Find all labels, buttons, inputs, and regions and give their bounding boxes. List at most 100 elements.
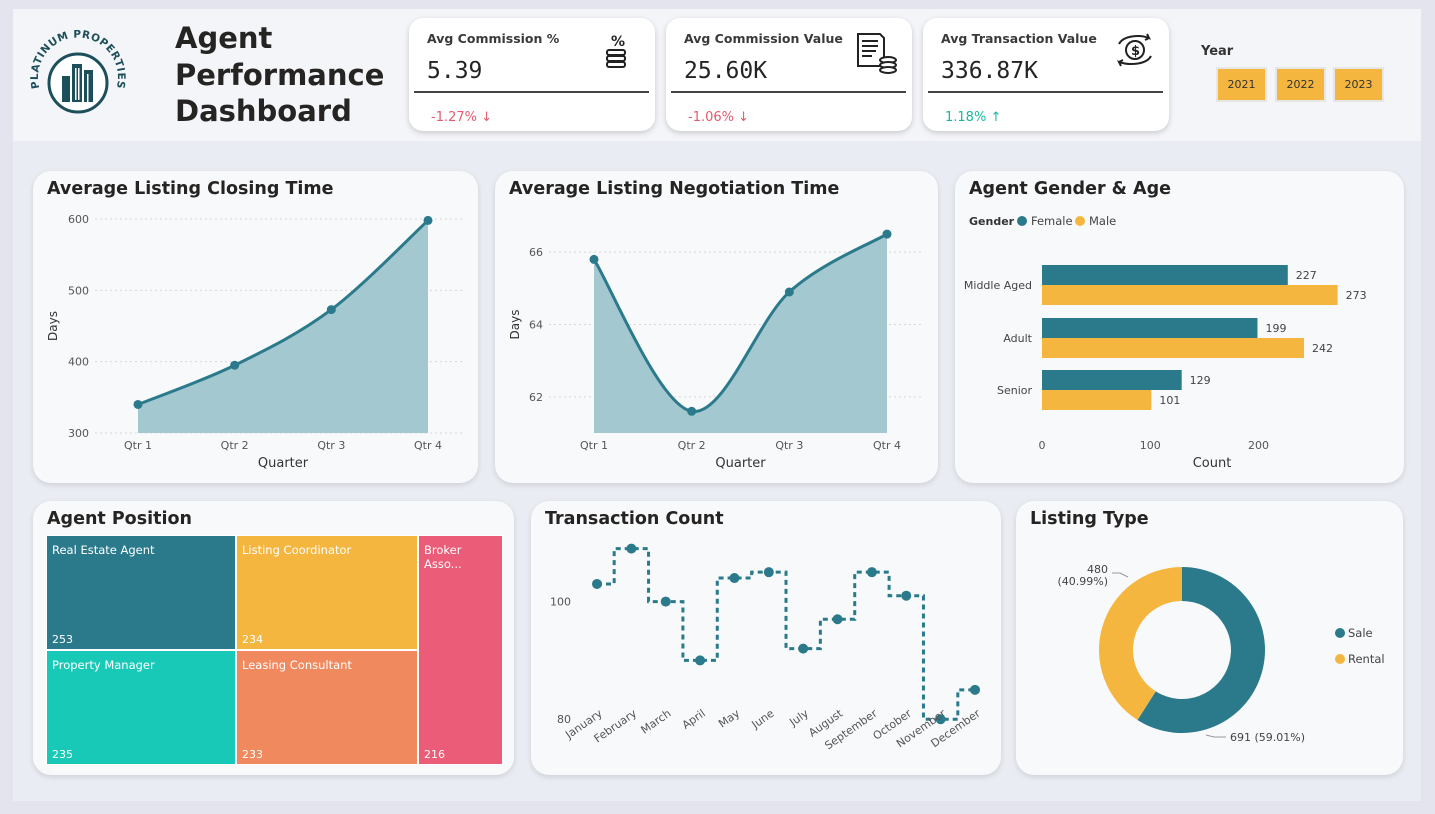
treemap-value: 233 (242, 748, 263, 761)
x-axis-label: Count (1193, 456, 1232, 471)
card-negotiation-time: Average Listing Negotiation Time 62 64 66 Q… (495, 171, 938, 483)
data-label: 227 (1296, 269, 1317, 282)
bar (1042, 265, 1288, 285)
kpi-label: Avg Transaction Value (941, 31, 1097, 46)
kpi-card-avg-commission-pct: Avg Commission % 5.39 -1.27% ↓ % (409, 18, 655, 131)
card-transaction-count: Transaction Count 80 100 January February Ma… (531, 501, 1001, 775)
card-gender-age: Agent Gender & Age Gender Female Male Middl… (955, 171, 1404, 483)
svg-text:$: $ (1131, 44, 1140, 59)
data-label: 273 (1346, 289, 1367, 302)
data-point (589, 254, 599, 264)
pie-slice (1099, 567, 1182, 721)
treemap-label: Real Estate Agent (52, 543, 155, 557)
y-tick-label: 64 (529, 319, 543, 332)
percent-coins-icon: % (606, 34, 626, 68)
y-tick-label: 66 (529, 246, 543, 259)
data-point (326, 305, 336, 315)
treemap-value: 253 (52, 633, 73, 646)
page-title: Agent Performance Dashboard (175, 21, 385, 128)
data-point (866, 567, 877, 578)
company-logo: PLATINUM PROPERTIES (29, 30, 127, 114)
legend-title: Gender (969, 215, 1015, 228)
x-tick-label: 100 (1140, 439, 1161, 452)
data-point (687, 406, 697, 416)
treemap-label: Broker Asso... (424, 543, 462, 571)
legend-label: Rental (1348, 652, 1385, 666)
kpi-value: 336.87K (941, 58, 1038, 84)
x-tick-label: Qtr 3 (775, 439, 803, 452)
area-fill (138, 220, 428, 433)
card-listing-type: Listing Type 691 (59.01%) 480 (40.99%) Sale… (1016, 501, 1403, 775)
y-tick-label: Middle Aged (964, 279, 1032, 292)
data-point (970, 684, 980, 695)
data-point (695, 655, 706, 666)
legend-marker (1075, 216, 1085, 226)
series-line (597, 547, 975, 721)
svg-text:%: % (611, 34, 625, 50)
x-tick-label: 200 (1248, 439, 1269, 452)
gender-age-chart: Gender Female Male Middle Aged 227 273 Adult 19… (964, 214, 1367, 471)
data-point (798, 643, 809, 654)
x-tick-label: Qtr 1 (124, 439, 152, 452)
data-point (230, 360, 240, 370)
y-axis-label: Days (508, 310, 522, 340)
x-axis-label: Quarter (258, 456, 309, 471)
y-tick-label: 300 (68, 427, 89, 440)
data-point (626, 543, 637, 554)
data-label: 199 (1265, 322, 1286, 335)
transaction-count-chart: 80100JanuaryFebruary March April May June Jul… (550, 543, 983, 752)
x-tick-label: Qtr 2 (221, 439, 249, 452)
data-point (729, 573, 740, 584)
data-point (832, 614, 843, 625)
kpi-label: Avg Commission Value (684, 31, 843, 46)
data-point (901, 590, 912, 601)
legend-marker (1017, 216, 1027, 226)
year-button-2021[interactable]: 2021 (1216, 67, 1267, 102)
data-label: 242 (1312, 342, 1333, 355)
card-closing-time: Average Listing Closing Time 300 400 500 60… (33, 171, 478, 483)
x-tick-label: Qtr 4 (414, 439, 442, 452)
x-tick-label: Qtr 1 (580, 439, 608, 452)
treemap-value: 216 (424, 748, 445, 761)
year-button-2022[interactable]: 2022 (1275, 67, 1326, 102)
bar (1042, 370, 1182, 390)
treemap-cell-broker-associate[interactable]: Broker Asso... 216 (418, 535, 503, 765)
y-tick-label: 62 (529, 391, 543, 404)
treemap-cell-real-estate-agent[interactable]: Real Estate Agent 253 (46, 535, 236, 650)
x-tick-label: June (749, 707, 777, 732)
kpi-delta: -1.06% ↓ (688, 110, 750, 125)
data-point (763, 567, 774, 578)
treemap-cell-listing-coordinator[interactable]: Listing Coordinator 234 (236, 535, 418, 650)
y-tick-label: 400 (68, 356, 89, 369)
data-point (423, 215, 433, 225)
bar (1042, 338, 1305, 358)
legend-label: Male (1089, 214, 1116, 228)
bar (1042, 318, 1258, 338)
legend-marker (1335, 628, 1345, 638)
y-tick-label: 500 (68, 284, 89, 297)
leader-line (1205, 734, 1226, 738)
data-point (660, 596, 671, 607)
data-point (784, 287, 794, 297)
data-point (133, 399, 143, 409)
treemap-label: Property Manager (52, 658, 155, 672)
treemap-label: Leasing Consultant (242, 658, 352, 672)
negotiation-time-chart: 62 64 66 Qtr 1 Qtr 2 Qtr 3 Qtr 4 Quarter Days (508, 229, 923, 471)
kpi-value: 5.39 (427, 58, 483, 84)
year-button-2023[interactable]: 2023 (1333, 67, 1384, 102)
x-tick-label: July (786, 707, 811, 730)
data-label: (40.99%) (1057, 575, 1108, 588)
bar (1042, 285, 1338, 305)
x-tick-label: Qtr 2 (678, 439, 706, 452)
x-tick-label: 0 (1039, 439, 1046, 452)
kpi-card-avg-commission-value: Avg Commission Value 25.60K -1.06% ↓ (666, 18, 912, 131)
kpi-card-avg-transaction-value: Avg Transaction Value 336.87K 1.18% ↑ $ (923, 18, 1169, 131)
x-tick-label: March (639, 707, 674, 737)
treemap-cell-property-manager[interactable]: Property Manager 235 (46, 650, 236, 765)
treemap-cell-leasing-consultant[interactable]: Leasing Consultant 233 (236, 650, 418, 765)
data-label: 129 (1190, 374, 1211, 387)
y-tick-label: 600 (68, 213, 89, 226)
data-label: 101 (1159, 394, 1180, 407)
data-point (882, 229, 892, 239)
data-label: 691 (59.01%) (1230, 731, 1305, 744)
